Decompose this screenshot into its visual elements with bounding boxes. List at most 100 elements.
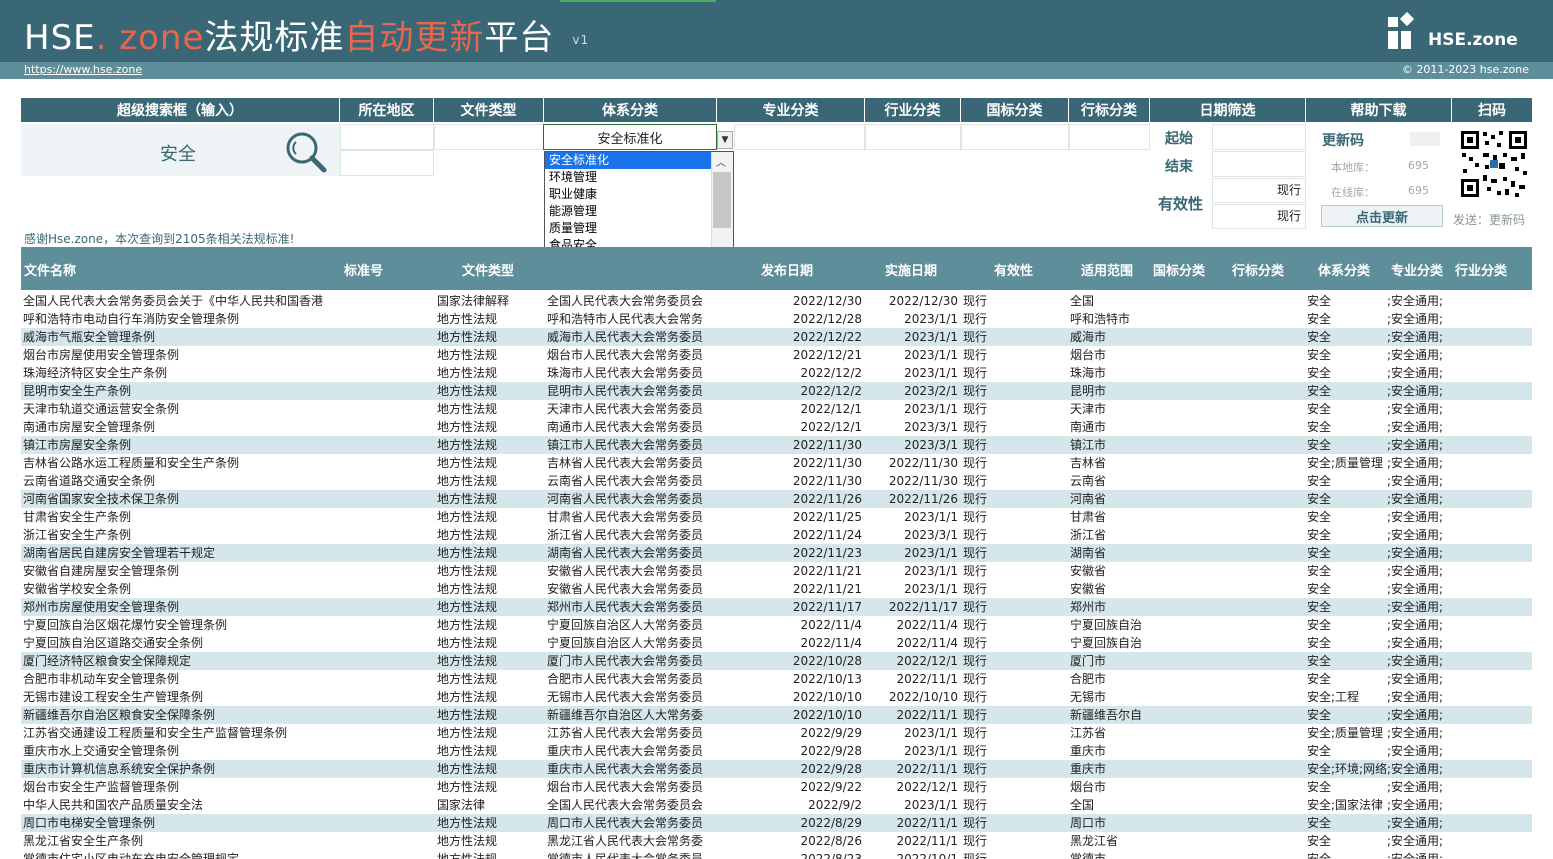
validity-select-1[interactable]: 现行 — [1212, 178, 1306, 203]
cell-publish-date: 2022/9/22 — [800, 780, 862, 794]
cell-issuer: 宁夏回族自治区人大常务委员 — [547, 618, 704, 632]
cell-issuer: 全国人民代表大会常务委员会 — [547, 798, 704, 812]
table-row[interactable]: 威海市气瓶安全管理条例 地方性法规 威海市人民代表大会常务委员 2022/12/22 2… — [21, 328, 1532, 346]
table-row[interactable]: 重庆市计算机信息系统安全保护条例 地方性法规 重庆市人民代表大会常务委员 2022/9… — [21, 760, 1532, 778]
table-row[interactable]: 烟台市房屋使用安全管理条例 地方性法规 烟台市人民代表大会常务委员 2022/12/2… — [21, 346, 1532, 364]
cell-scope: 黑龙江省 — [1070, 834, 1119, 848]
table-row[interactable]: 天津市轨道交通运营安全条例 地方性法规 天津市人民代表大会常务委员 2022/12/1… — [21, 400, 1532, 418]
validity-select-2[interactable]: 现行 — [1212, 204, 1306, 229]
dropdown-option[interactable]: 能源管理 — [545, 203, 711, 220]
dropdown-scroll-thumb[interactable] — [713, 172, 731, 228]
end-date-input[interactable] — [1212, 151, 1306, 177]
cell-scope: 湖南省 — [1070, 546, 1107, 560]
cell-scope: 合肥市 — [1070, 672, 1107, 686]
table-row[interactable]: 河南省国家安全技术保卫条例 地方性法规 河南省人民代表大会常务委员 2022/11/2… — [21, 490, 1532, 508]
region-select[interactable] — [340, 124, 434, 150]
cell-scope: 新疆维吾尔自 — [1070, 708, 1143, 722]
industry-std-select[interactable] — [1069, 124, 1150, 150]
table-row[interactable]: 珠海经济特区安全生产条例 地方性法规 珠海市人民代表大会常务委员 2022/12/2 2… — [21, 364, 1532, 382]
table-row[interactable]: 周口市电梯安全管理条例 地方性法规 周口市人民代表大会常务委员 2022/8/29 20… — [21, 814, 1532, 832]
col-standard-no[interactable]: 标准号 — [344, 260, 383, 279]
cell-validity: 现行 — [963, 852, 988, 859]
cell-file-type: 地方性法规 — [437, 438, 498, 452]
cell-issuer: 安徽省人民代表大会常务委员 — [547, 582, 704, 596]
table-row[interactable]: 合肥市非机动车安全管理条例 地方性法规 合肥市人民代表大会常务委员 2022/10/1… — [21, 670, 1532, 688]
col-industry[interactable]: 行业分类 — [1455, 260, 1507, 279]
cell-scope: 无锡市 — [1070, 690, 1107, 704]
active-tab-indicator — [560, 0, 716, 2]
cell-file-name: 黑龙江省安全生产条例 — [23, 834, 144, 848]
table-row[interactable]: 安徽省自建房屋安全管理条例 地方性法规 安徽省人民代表大会常务委员 2022/11/2… — [21, 562, 1532, 580]
col-publish-date[interactable]: 发布日期 — [761, 260, 813, 279]
cell-file-type: 地方性法规 — [437, 330, 498, 344]
table-row[interactable]: 全国人民代表大会常务委员会关于《中华人民共和国香港 国家法律解释 全国人民代表大会常… — [21, 292, 1532, 310]
col-industry-std[interactable]: 行标分类 — [1232, 260, 1284, 279]
cell-file-type: 国家法律解释 — [437, 294, 510, 308]
cell-file-type: 地方性法规 — [437, 762, 498, 776]
table-row[interactable]: 吉林省公路水运工程质量和安全生产条例 地方性法规 吉林省人民代表大会常务委员 2022… — [21, 454, 1532, 472]
table-row[interactable]: 重庆市水上交通安全管理条例 地方性法规 重庆市人民代表大会常务委员 2022/9/28… — [21, 742, 1532, 760]
table-row[interactable]: 黑龙江省安全生产条例 地方性法规 黑龙江省人民代表大会常务委 2022/8/26 202… — [21, 832, 1532, 850]
table-row[interactable]: 中华人民共和国农产品质量安全法 国家法律 全国人民代表大会常务委员会 2022/9/2… — [21, 796, 1532, 814]
cell-validity: 现行 — [963, 762, 988, 776]
dropdown-option[interactable]: 质量管理 — [545, 220, 711, 237]
table-row[interactable]: 湖南省居民自建房安全管理若干规定 地方性法规 湖南省人民代表大会常务委员 2022/1… — [21, 544, 1532, 562]
table-row[interactable]: 宁夏回族自治区烟花爆竹安全管理条例 地方性法规 宁夏回族自治区人大常务委员 2022/… — [21, 616, 1532, 634]
table-row[interactable]: 烟台市安全生产监督管理条例 地方性法规 烟台市人民代表大会常务委员 2022/9/22… — [21, 778, 1532, 796]
update-code-field[interactable] — [1410, 132, 1440, 146]
system-select[interactable]: 安全标准化 — [543, 124, 717, 150]
cell-system: 安全 — [1307, 618, 1332, 632]
table-row[interactable]: 镇江市房屋安全条例 地方性法规 镇江市人民代表大会常务委员 2022/11/30 202… — [21, 436, 1532, 454]
cell-file-type: 国家法律 — [437, 798, 486, 812]
col-system[interactable]: 体系分类 — [1318, 260, 1370, 279]
col-validity[interactable]: 有效性 — [994, 260, 1033, 279]
table-row[interactable]: 宁夏回族自治区道路交通安全条例 地方性法规 宁夏回族自治区人大常务委员 2022/11… — [21, 634, 1532, 652]
cell-publish-date: 2022/11/24 — [792, 528, 862, 542]
cell-issuer: 烟台市人民代表大会常务委员 — [547, 780, 704, 794]
dropdown-option[interactable]: 安全标准化 — [545, 152, 711, 169]
industry-select[interactable] — [865, 124, 961, 150]
cell-publish-date: 2022/11/30 — [792, 438, 862, 452]
cell-scope: 江苏省 — [1070, 726, 1107, 740]
table-row[interactable]: 浙江省安全生产条例 地方性法规 浙江省人民代表大会常务委员 2022/11/24 202… — [21, 526, 1532, 544]
col-scope[interactable]: 适用范围 — [1081, 260, 1133, 279]
table-row[interactable]: 无锡市建设工程安全生产管理条例 地方性法规 无锡市人民代表大会常务委员 2022/10… — [21, 688, 1532, 706]
cell-scope: 重庆市 — [1070, 744, 1107, 758]
dropdown-option[interactable]: 环境管理 — [545, 169, 711, 186]
table-row[interactable]: 郑州市房屋使用安全管理条例 地方性法规 郑州市人民代表大会常务委员 2022/11/1… — [21, 598, 1532, 616]
col-effective-date[interactable]: 实施日期 — [885, 260, 937, 279]
col-profession[interactable]: 专业分类 — [1391, 260, 1443, 279]
cell-issuer: 合肥市人民代表大会常务委员 — [547, 672, 704, 686]
table-row[interactable]: 甘肃省安全生产条例 地方性法规 甘肃省人民代表大会常务委员 2022/11/25 202… — [21, 508, 1532, 526]
scroll-up-icon[interactable]: ︿ — [716, 154, 726, 169]
col-file-type[interactable]: 文件类型 — [462, 260, 514, 279]
update-button[interactable]: 点击更新 — [1321, 205, 1443, 227]
table-row[interactable]: 昆明市安全生产条例 地方性法规 昆明市人民代表大会常务委员 2022/12/2 2023… — [21, 382, 1532, 400]
cell-issuer: 天津市人民代表大会常务委员 — [547, 402, 704, 416]
profession-select[interactable] — [734, 124, 865, 150]
start-date-input[interactable] — [1212, 124, 1306, 150]
col-file-name[interactable]: 文件名称 — [24, 260, 76, 279]
search-icon[interactable] — [284, 130, 328, 174]
chevron-down-icon[interactable]: ▼ — [717, 131, 733, 149]
cell-profession: ;安全通用; — [1387, 384, 1444, 398]
table-row[interactable]: 云南省道路交通安全条例 地方性法规 云南省人民代表大会常务委员 2022/11/30 2… — [21, 472, 1532, 490]
cell-file-type: 地方性法规 — [437, 780, 498, 794]
table-row[interactable]: 新疆维吾尔自治区粮食安全保障条例 地方性法规 新疆维吾尔自治区人大常务委 2022/1… — [21, 706, 1532, 724]
table-row[interactable]: 厦门经济特区粮食安全保障规定 地方性法规 厦门市人民代表大会常务委员 2022/10/… — [21, 652, 1532, 670]
table-row[interactable]: 呼和浩特市电动自行车消防安全管理条例 地方性法规 呼和浩特市人民代表大会常务 2022… — [21, 310, 1532, 328]
cell-effective-date: 2023/3/1 — [904, 438, 958, 452]
col-national-std[interactable]: 国标分类 — [1153, 260, 1205, 279]
cell-profession: ;安全通用; — [1387, 726, 1444, 740]
table-row[interactable]: 常德市住宅小区电动车充电安全管理规定 地方性法规 常德市人民代表大会常务委员 2022… — [21, 850, 1532, 859]
cell-publish-date: 2022/12/21 — [792, 348, 862, 362]
table-row[interactable]: 江苏省交通建设工程质量和安全生产监督管理条例 地方性法规 江苏省人民代表大会常务委员… — [21, 724, 1532, 742]
national-std-select[interactable] — [961, 124, 1069, 150]
table-row[interactable]: 安徽省学校安全条例 地方性法规 安徽省人民代表大会常务委员 2022/11/21 202… — [21, 580, 1532, 598]
file-type-select[interactable] — [434, 124, 544, 150]
region-sub-select[interactable] — [340, 150, 434, 176]
search-input-value[interactable]: 安全 — [160, 140, 196, 166]
table-row[interactable]: 南通市房屋安全管理条例 地方性法规 南通市人民代表大会常务委员 2022/12/1 20… — [21, 418, 1532, 436]
dropdown-option[interactable]: 职业健康 — [545, 186, 711, 203]
website-link[interactable]: https://www.hse.zone — [24, 63, 142, 76]
